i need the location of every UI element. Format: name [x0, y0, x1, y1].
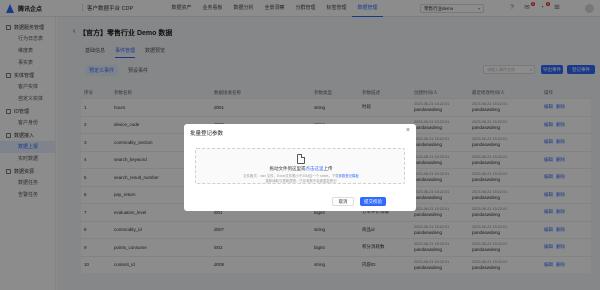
- submit-button[interactable]: 提交校验: [360, 197, 386, 206]
- cancel-button[interactable]: 取消: [332, 197, 354, 206]
- click-here-link[interactable]: 点击这里: [306, 166, 324, 171]
- modal-title: 批量登记参数: [190, 131, 224, 137]
- dropzone-hint-2: 重新读取与更新逻辑，已存参数不会被重复登记: [265, 179, 337, 183]
- close-icon[interactable]: ×: [406, 127, 410, 134]
- dropzone-text: 拖动文件到这里或点击这里上传: [269, 166, 333, 171]
- batch-register-modal: 批量登记参数 × 拖动文件到这里或点击这里上传 文件格式：xlsx 文件，Exc…: [184, 124, 416, 211]
- file-icon: [297, 154, 305, 164]
- upload-dropzone[interactable]: 拖动文件到这里或点击这里上传 文件格式：xlsx 文件，Excel文件需小于20…: [195, 148, 405, 184]
